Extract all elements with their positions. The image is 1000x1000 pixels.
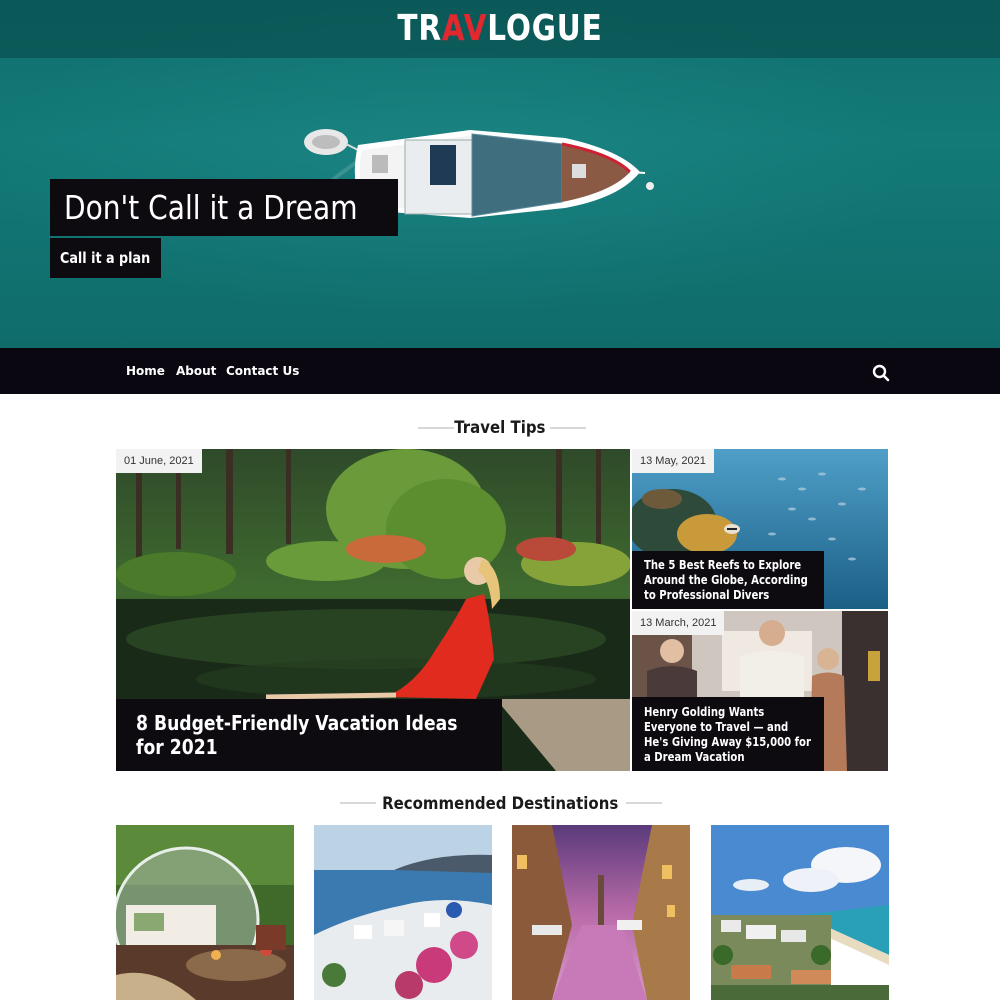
destination-image-2 [314, 825, 492, 1000]
destination-image-3 [512, 825, 690, 1000]
featured-article-date: 01 June, 2021 [116, 449, 202, 473]
search-icon[interactable] [872, 364, 890, 382]
nav-item-about[interactable]: About [176, 348, 216, 394]
destination-card-4[interactable] [711, 825, 889, 1000]
hero-subtitle: Call it a plan [60, 249, 151, 267]
destination-image-4 [711, 825, 889, 1000]
hero-subtitle-box: Call it a plan [50, 238, 161, 278]
featured-article-title[interactable]: 8 Budget-Friendly Vacation Ideas for 202… [136, 711, 480, 759]
article-card-reefs[interactable]: 13 May, 2021 The 5 Best Reefs to Explore… [632, 449, 888, 609]
travel-tips-heading: Travel Tips [454, 418, 546, 438]
main-navbar: Home About Contact Us [0, 348, 1000, 394]
destination-card-1[interactable] [116, 825, 294, 1000]
featured-article-caption: 8 Budget-Friendly Vacation Ideas for 202… [116, 699, 502, 771]
featured-article-card[interactable]: 01 June, 2021 8 Budget-Friendly Vacation… [116, 449, 630, 771]
nav-item-home[interactable]: Home [126, 348, 165, 394]
nav-item-contact-us[interactable]: Contact Us [226, 348, 299, 394]
hero-banner: TRAVLOGUE Don't Call it a Dream Call it … [0, 0, 1000, 348]
article-caption-henry-golding: Henry Golding Wants Everyone to Travel —… [632, 697, 824, 771]
article-caption-reefs: The 5 Best Reefs to Explore Around the G… [632, 551, 824, 609]
article-date-reefs: 13 May, 2021 [632, 449, 714, 473]
article-title-henry-golding[interactable]: Henry Golding Wants Everyone to Travel —… [644, 705, 812, 765]
article-date-henry-golding: 13 March, 2021 [632, 611, 725, 635]
site-logo[interactable]: TRAVLOGUE [90, 8, 910, 49]
destination-image-1 [116, 825, 294, 1000]
article-card-henry-golding[interactable]: 13 March, 2021 Henry Golding Wants Every… [632, 611, 888, 771]
hero-title-box: Don't Call it a Dream [50, 179, 398, 236]
article-title-reefs[interactable]: The 5 Best Reefs to Explore Around the G… [644, 558, 812, 603]
recommended-destinations-heading: Recommended Destinations [381, 794, 619, 814]
hero-title: Don't Call it a Dream [64, 188, 358, 227]
destination-card-2[interactable] [314, 825, 492, 1000]
destination-card-3[interactable] [512, 825, 690, 1000]
